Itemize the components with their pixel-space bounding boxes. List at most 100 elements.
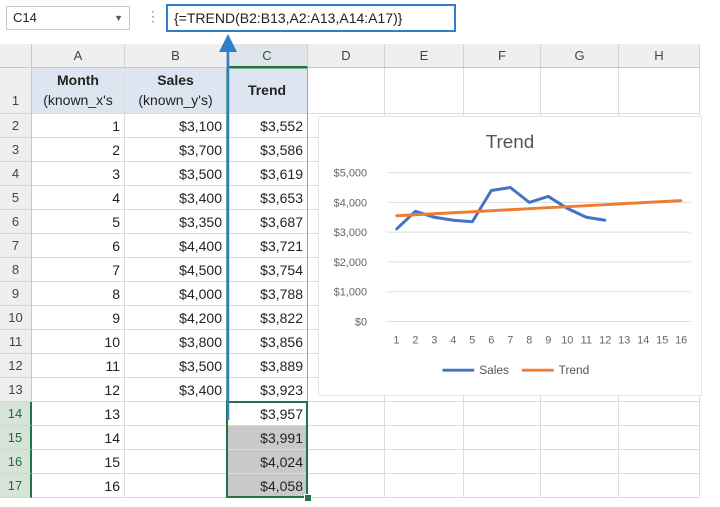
empty-cell[interactable] bbox=[464, 474, 541, 498]
cell-month[interactable]: 16 bbox=[32, 474, 125, 498]
cell-sales[interactable] bbox=[125, 474, 227, 498]
column-header-e[interactable]: E bbox=[385, 44, 464, 68]
cell-sales[interactable]: $3,500 bbox=[125, 354, 227, 378]
header-sales[interactable]: Sales (known_y's) bbox=[125, 68, 227, 114]
row-header-10[interactable]: 10 bbox=[0, 306, 32, 330]
cell-month[interactable]: 8 bbox=[32, 282, 125, 306]
data-point bbox=[623, 202, 626, 205]
empty-cell[interactable] bbox=[308, 68, 385, 114]
series-line-sales bbox=[395, 186, 606, 231]
cell-month[interactable]: 6 bbox=[32, 234, 125, 258]
header-month[interactable]: Month (known_x's bbox=[32, 68, 125, 114]
empty-cell[interactable] bbox=[619, 68, 700, 114]
data-point bbox=[604, 219, 607, 222]
empty-cell[interactable] bbox=[308, 450, 385, 474]
cell-sales[interactable] bbox=[125, 426, 227, 450]
fill-handle[interactable] bbox=[304, 494, 312, 502]
row-header-2[interactable]: 2 bbox=[0, 114, 32, 138]
cell-sales[interactable] bbox=[125, 402, 227, 426]
cell-month[interactable]: 5 bbox=[32, 210, 125, 234]
row-header-16[interactable]: 16 bbox=[0, 450, 32, 474]
cell-month[interactable]: 9 bbox=[32, 306, 125, 330]
row-header-14[interactable]: 14 bbox=[0, 402, 32, 426]
column-header-d[interactable]: D bbox=[308, 44, 385, 68]
column-header-f[interactable]: F bbox=[464, 44, 541, 68]
cell-month[interactable]: 3 bbox=[32, 162, 125, 186]
cell-month[interactable]: 7 bbox=[32, 258, 125, 282]
empty-cell[interactable] bbox=[619, 474, 700, 498]
column-header-b[interactable]: B bbox=[125, 44, 227, 68]
row-header-12[interactable]: 12 bbox=[0, 354, 32, 378]
data-point bbox=[528, 207, 531, 210]
cell-month[interactable]: 14 bbox=[32, 426, 125, 450]
empty-cell[interactable] bbox=[541, 426, 619, 450]
empty-cell[interactable] bbox=[619, 450, 700, 474]
empty-cell[interactable] bbox=[464, 402, 541, 426]
empty-cell[interactable] bbox=[541, 474, 619, 498]
cell-month[interactable]: 11 bbox=[32, 354, 125, 378]
row-header-9[interactable]: 9 bbox=[0, 282, 32, 306]
cell-sales[interactable]: $4,400 bbox=[125, 234, 227, 258]
empty-cell[interactable] bbox=[619, 426, 700, 450]
empty-cell[interactable] bbox=[385, 402, 464, 426]
empty-cell[interactable] bbox=[541, 450, 619, 474]
row-header-13[interactable]: 13 bbox=[0, 378, 32, 402]
x-tick-label: 7 bbox=[507, 334, 513, 346]
cell-sales[interactable]: $3,700 bbox=[125, 138, 227, 162]
empty-cell[interactable] bbox=[385, 426, 464, 450]
cell-sales[interactable] bbox=[125, 450, 227, 474]
empty-cell[interactable] bbox=[464, 426, 541, 450]
row-header-7[interactable]: 7 bbox=[0, 234, 32, 258]
empty-cell[interactable] bbox=[308, 426, 385, 450]
empty-cell[interactable] bbox=[308, 402, 385, 426]
cell-sales[interactable]: $4,000 bbox=[125, 282, 227, 306]
row-header-4[interactable]: 4 bbox=[0, 162, 32, 186]
cell-sales[interactable]: $4,200 bbox=[125, 306, 227, 330]
empty-cell[interactable] bbox=[385, 474, 464, 498]
row-header-1[interactable]: 1 bbox=[0, 68, 32, 114]
cell-month[interactable]: 15 bbox=[32, 450, 125, 474]
empty-cell[interactable] bbox=[385, 450, 464, 474]
cell-month[interactable]: 1 bbox=[32, 114, 125, 138]
trend-chart[interactable]: Trend$0$1,000$2,000$3,000$4,000$5,0001 2 3… bbox=[318, 116, 702, 396]
empty-cell[interactable] bbox=[464, 68, 541, 114]
empty-cell[interactable] bbox=[541, 68, 619, 114]
empty-cell[interactable] bbox=[308, 474, 385, 498]
cell-month[interactable]: 2 bbox=[32, 138, 125, 162]
cell-month[interactable]: 10 bbox=[32, 330, 125, 354]
chevron-down-icon[interactable]: ▼ bbox=[114, 7, 123, 29]
row-header-15[interactable]: 15 bbox=[0, 426, 32, 450]
empty-cell[interactable] bbox=[464, 450, 541, 474]
data-point bbox=[604, 203, 607, 206]
column-header-g[interactable]: G bbox=[541, 44, 619, 68]
formula-input[interactable]: {=TREND(B2:B13,A2:A13,A14:A17)} bbox=[166, 4, 456, 32]
cell-sales[interactable]: $3,400 bbox=[125, 186, 227, 210]
row-header-11[interactable]: 11 bbox=[0, 330, 32, 354]
cell-sales[interactable]: $3,400 bbox=[125, 378, 227, 402]
empty-cell[interactable] bbox=[385, 68, 464, 114]
cell-sales[interactable]: $3,350 bbox=[125, 210, 227, 234]
empty-cell[interactable] bbox=[541, 402, 619, 426]
select-all-corner[interactable] bbox=[0, 44, 32, 68]
column-header-c[interactable]: C bbox=[227, 44, 308, 68]
row-header-8[interactable]: 8 bbox=[0, 258, 32, 282]
cell-sales[interactable]: $4,500 bbox=[125, 258, 227, 282]
cell-sales[interactable]: $3,500 bbox=[125, 162, 227, 186]
cell-month[interactable]: 12 bbox=[32, 378, 125, 402]
cell-sales[interactable]: $3,100 bbox=[125, 114, 227, 138]
row-header-3[interactable]: 3 bbox=[0, 138, 32, 162]
column-header-h[interactable]: H bbox=[619, 44, 700, 68]
cell-month[interactable]: 13 bbox=[32, 402, 125, 426]
cell-month[interactable]: 4 bbox=[32, 186, 125, 210]
y-tick-label: $3,000 bbox=[334, 227, 367, 239]
data-point bbox=[395, 214, 398, 217]
row-header-5[interactable]: 5 bbox=[0, 186, 32, 210]
series-line-trend bbox=[396, 199, 682, 218]
column-header-a[interactable]: A bbox=[32, 44, 125, 68]
y-tick-label: $4,000 bbox=[334, 197, 367, 209]
cell-sales[interactable]: $3,800 bbox=[125, 330, 227, 354]
row-header-6[interactable]: 6 bbox=[0, 210, 32, 234]
row-header-17[interactable]: 17 bbox=[0, 474, 32, 498]
empty-cell[interactable] bbox=[619, 402, 700, 426]
name-box[interactable]: C14 ▼ bbox=[6, 6, 130, 30]
